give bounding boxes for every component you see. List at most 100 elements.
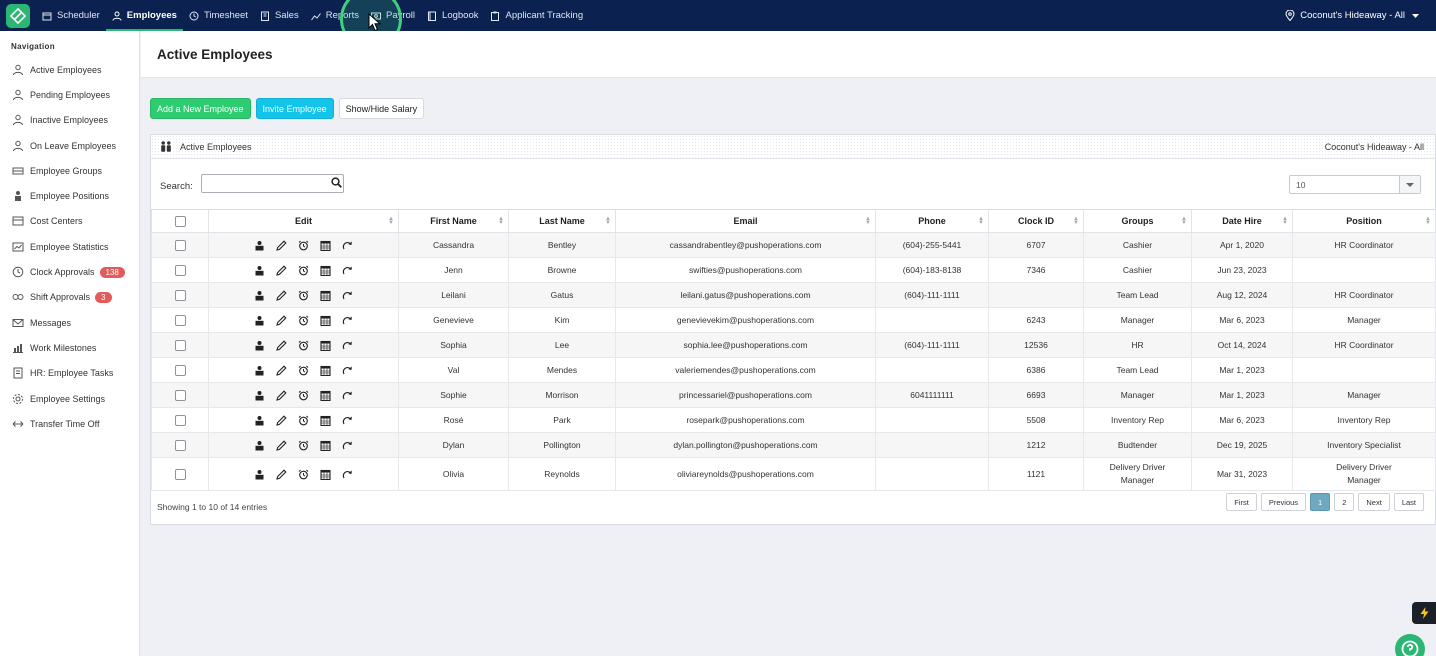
alarm-clock-icon[interactable] — [298, 315, 309, 326]
sidebar-item-employee-statistics[interactable]: Employee Statistics — [0, 234, 139, 259]
profile-icon[interactable] — [254, 365, 265, 376]
invite-employee-button[interactable]: Invite Employee — [255, 98, 334, 119]
redo-icon[interactable] — [342, 340, 353, 351]
column-header-email[interactable]: Email ▲ ▼ — [615, 209, 876, 233]
last-page-button[interactable]: Last — [1393, 493, 1424, 511]
sidebar-item-messages[interactable]: Messages — [0, 310, 139, 335]
topnav-scheduler[interactable]: Scheduler — [36, 0, 106, 31]
row-checkbox[interactable] — [174, 364, 186, 376]
column-header-groups[interactable]: Groups ▲ ▼ — [1083, 209, 1192, 233]
pencil-icon[interactable] — [276, 468, 287, 480]
location-selector[interactable]: Coconut's Hideaway - All — [1285, 0, 1420, 31]
sidebar-item-clock-approvals[interactable]: Clock Approvals 138 — [0, 259, 139, 284]
alarm-clock-icon[interactable] — [298, 390, 309, 401]
column-header-clock-id[interactable]: Clock ID ▲ ▼ — [988, 209, 1084, 233]
sidebar-item-work-milestones[interactable]: Work Milestones — [0, 335, 139, 360]
redo-icon[interactable] — [342, 469, 353, 480]
next-page-button[interactable]: Next — [1358, 493, 1390, 511]
column-header-last-name[interactable]: Last Name ▲ ▼ — [508, 209, 616, 233]
topnav-reports[interactable]: Reports — [305, 0, 365, 31]
sidebar-item-on-leave-employees[interactable]: On Leave Employees — [0, 133, 139, 158]
redo-icon[interactable] — [342, 390, 353, 401]
redo-icon[interactable] — [342, 290, 353, 301]
row-checkbox[interactable] — [174, 414, 186, 426]
row-checkbox[interactable] — [174, 289, 186, 301]
pencil-icon[interactable] — [276, 339, 287, 351]
column-header-phone[interactable]: Phone ▲ ▼ — [875, 209, 989, 233]
add-employee-button[interactable]: Add a New Employee — [150, 98, 251, 119]
redo-icon[interactable] — [342, 240, 353, 251]
row-checkbox[interactable] — [174, 339, 186, 351]
calendar-icon[interactable] — [320, 340, 331, 351]
column-header-edit[interactable]: Edit ▲ ▼ — [208, 209, 399, 233]
profile-icon[interactable] — [254, 390, 265, 401]
alarm-clock-icon[interactable] — [298, 440, 309, 451]
sidebar-item-employee-settings[interactable]: Employee Settings — [0, 386, 139, 411]
sidebar-item-employee-positions[interactable]: Employee Positions — [0, 183, 139, 208]
column-header-position[interactable]: Position ▲ ▼ — [1292, 209, 1436, 233]
pencil-icon[interactable] — [276, 289, 287, 301]
row-checkbox[interactable] — [174, 314, 186, 326]
pencil-icon[interactable] — [276, 414, 287, 426]
redo-icon[interactable] — [342, 315, 353, 326]
sidebar-item-hr-employee-tasks[interactable]: HR: Employee Tasks — [0, 361, 139, 386]
sidebar-item-shift-approvals[interactable]: Shift Approvals 3 — [0, 285, 139, 310]
sidebar-item-active-employees[interactable]: Active Employees — [0, 57, 139, 82]
alarm-clock-icon[interactable] — [298, 265, 309, 276]
row-checkbox[interactable] — [174, 239, 186, 251]
redo-icon[interactable] — [342, 265, 353, 276]
calendar-icon[interactable] — [320, 315, 331, 326]
calendar-icon[interactable] — [320, 440, 331, 451]
profile-icon[interactable] — [254, 290, 265, 301]
topnav-logbook[interactable]: Logbook — [421, 0, 484, 31]
page-1-button[interactable]: 1 — [1310, 493, 1331, 511]
calendar-icon[interactable] — [320, 365, 331, 376]
pencil-icon[interactable] — [276, 239, 287, 251]
pencil-icon[interactable] — [276, 389, 287, 401]
calendar-icon[interactable] — [320, 290, 331, 301]
sidebar-item-pending-employees[interactable]: Pending Employees — [0, 82, 139, 107]
row-checkbox[interactable] — [174, 389, 186, 401]
profile-icon[interactable] — [254, 469, 265, 480]
pencil-icon[interactable] — [276, 264, 287, 276]
row-checkbox[interactable] — [174, 468, 186, 480]
calendar-icon[interactable] — [320, 265, 331, 276]
pencil-icon[interactable] — [276, 439, 287, 451]
redo-icon[interactable] — [342, 365, 353, 376]
alarm-clock-icon[interactable] — [298, 415, 309, 426]
profile-icon[interactable] — [254, 240, 265, 251]
alarm-clock-icon[interactable] — [298, 290, 309, 301]
column-header-date-hire[interactable]: Date Hire ▲ ▼ — [1191, 209, 1293, 233]
page-2-button[interactable]: 2 — [1334, 493, 1355, 511]
calendar-icon[interactable] — [320, 240, 331, 251]
alarm-clock-icon[interactable] — [298, 340, 309, 351]
profile-icon[interactable] — [254, 440, 265, 451]
row-checkbox[interactable] — [174, 439, 186, 451]
calendar-icon[interactable] — [320, 469, 331, 480]
profile-icon[interactable] — [254, 415, 265, 426]
pencil-icon[interactable] — [276, 314, 287, 326]
calendar-icon[interactable] — [320, 390, 331, 401]
search-input[interactable] — [201, 174, 344, 193]
topnav-applicant-tracking[interactable]: Applicant Tracking — [484, 0, 589, 31]
profile-icon[interactable] — [254, 340, 265, 351]
sidebar-item-cost-centers[interactable]: Cost Centers — [0, 209, 139, 234]
quick-actions-button[interactable] — [1412, 602, 1436, 624]
previous-page-button[interactable]: Previous — [1260, 493, 1307, 511]
app-logo[interactable] — [6, 3, 30, 28]
alarm-clock-icon[interactable] — [298, 469, 309, 480]
profile-icon[interactable] — [254, 315, 265, 326]
select-all-checkbox[interactable] — [174, 215, 186, 227]
alarm-clock-icon[interactable] — [298, 365, 309, 376]
pencil-icon[interactable] — [276, 364, 287, 376]
sidebar-item-transfer-time-off[interactable]: Transfer Time Off — [0, 411, 139, 436]
topnav-employees[interactable]: Employees — [105, 0, 184, 31]
toggle-salary-button[interactable]: Show/Hide Salary — [338, 98, 425, 119]
sidebar-item-employee-groups[interactable]: Employee Groups — [0, 158, 139, 183]
first-page-button[interactable]: First — [1226, 493, 1257, 511]
topnav-sales[interactable]: Sales — [254, 0, 305, 31]
redo-icon[interactable] — [342, 415, 353, 426]
help-button[interactable] — [1395, 634, 1425, 656]
page-size-select[interactable]: 10 — [1289, 175, 1421, 194]
column-header-first-name[interactable]: First Name ▲ ▼ — [398, 209, 509, 233]
